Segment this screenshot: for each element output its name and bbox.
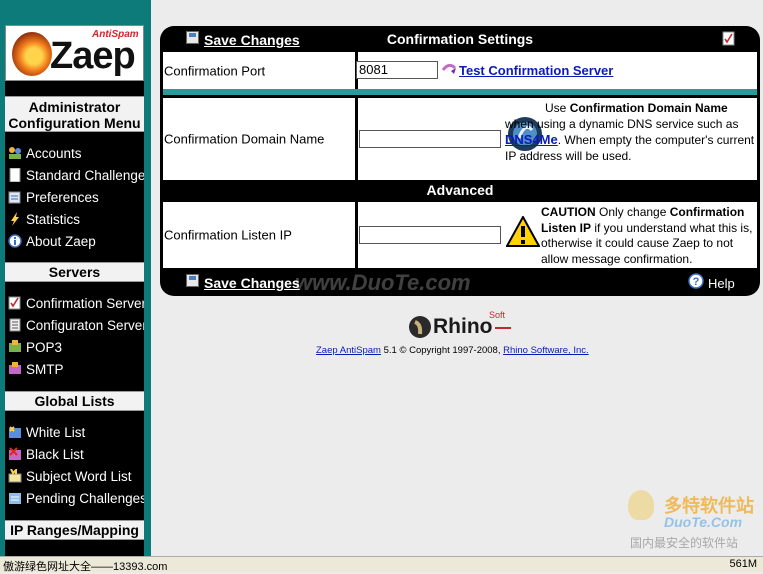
memory-indicator: 561M [729, 558, 757, 570]
warning-icon [506, 216, 540, 247]
checklist-icon[interactable] [722, 31, 736, 46]
help-icon[interactable]: ? [688, 273, 704, 289]
nav-black-list[interactable]: Black List [5, 444, 144, 466]
copyright-text: 5.1 © Copyright 1997-2008, [383, 345, 501, 356]
nav-pop3[interactable]: POP3 [5, 337, 144, 359]
nav-smtp[interactable]: SMTP [5, 359, 144, 381]
save-changes-button-bottom[interactable]: Save Changes [204, 275, 300, 291]
confirmation-port-label: Confirmation Port [164, 63, 266, 78]
rhino-logo-icon [409, 316, 431, 338]
zaep-flame-icon [12, 32, 52, 76]
listen-ip-caution-text: CAUTION Only change Confirmation Listen … [541, 205, 753, 266]
server-document-icon [9, 318, 21, 332]
nav-subject-word-list[interactable]: Subject Word List [5, 466, 144, 488]
test-server-icon [441, 63, 457, 74]
confirmation-port-input[interactable]: 8081 [356, 61, 438, 79]
rhino-underline [495, 327, 511, 329]
confirmation-domain-input[interactable] [359, 130, 501, 148]
section-divider [163, 89, 757, 95]
nav-confirmation-server[interactable]: Confirmation Server [5, 293, 144, 315]
confirmation-settings-panel: Save Changes Confirmation Settings Confi… [160, 26, 760, 296]
confirmation-domain-label-cell: Confirmation Domain Name [163, 98, 358, 180]
smtp-icon [9, 362, 21, 374]
accounts-icon [9, 147, 21, 159]
help-link[interactable]: Help [708, 276, 735, 291]
section-header-ip-ranges: IP Ranges/Mapping [5, 520, 144, 540]
status-text: 傲游绿色网址大全——13393.com [3, 561, 168, 573]
confirmation-domain-row: Confirmation Domain Name Use Confirmatio… [163, 98, 757, 180]
checklist-icon [8, 296, 21, 310]
nav-pending-challenges[interactable]: Pending Challenges [5, 488, 144, 510]
confirmation-port-label-cell: Confirmation Port [163, 52, 358, 89]
copyright-line: Zaep AntiSpam 5.1 © Copyright 1997-2008,… [316, 345, 589, 356]
section-header-servers: Servers [5, 262, 144, 282]
duote-badge: 多特软件站 DuoTe.Com 国内最安全的软件站 [628, 488, 758, 552]
duote-mascot-icon [628, 490, 654, 520]
confirmation-listen-ip-label-cell: Confirmation Listen IP [163, 202, 358, 268]
panel-title: Confirmation Settings [386, 31, 534, 47]
subject-word-list-icon [8, 469, 22, 483]
rhino-soft-tag: Soft [489, 310, 506, 320]
pending-challenges-icon [9, 493, 21, 504]
svg-text:?: ? [693, 276, 700, 288]
zaep-logo: AntiSpam Zaep [5, 25, 144, 81]
duote-badge-domain: DuoTe.Com [664, 514, 743, 530]
dns4me-link[interactable]: DNS4Me [505, 132, 558, 147]
section-header-global-lists: Global Lists [5, 391, 144, 411]
confirmation-listen-ip-row: Confirmation Listen IP CAUTION Only chan… [163, 202, 757, 268]
statistics-icon [11, 212, 19, 226]
test-confirmation-server-link[interactable]: Test Confirmation Server [459, 63, 613, 78]
nav-standard-challenge[interactable]: Standard Challenge [5, 165, 144, 187]
document-icon [9, 168, 21, 182]
confirmation-listen-ip-input[interactable] [359, 226, 501, 244]
rhino-wordmark: Rhino [433, 315, 493, 338]
info-icon [8, 234, 22, 248]
save-disk-icon [186, 274, 199, 287]
nav-configuration-server[interactable]: Configuraton Server [5, 315, 144, 337]
confirmation-domain-label: Confirmation Domain Name [164, 131, 325, 147]
zaep-antispam-link[interactable]: Zaep AntiSpam [316, 345, 381, 356]
nav-white-list[interactable]: White List [5, 422, 144, 444]
preferences-icon [8, 191, 21, 204]
duote-badge-slogan: 国内最安全的软件站 [630, 536, 739, 550]
nav-statistics[interactable]: Statistics [5, 209, 144, 231]
sidebar: AntiSpam Zaep Administrator Configuratio… [5, 25, 144, 556]
white-list-icon [9, 426, 21, 438]
nav-about-zaep[interactable]: About Zaep [5, 231, 144, 253]
browser-status-bar: 傲游绿色网址大全——13393.com 561M [0, 556, 763, 573]
nav-preferences[interactable]: Preferences [5, 187, 144, 209]
confirmation-listen-ip-label: Confirmation Listen IP [164, 227, 292, 243]
rhino-software-link[interactable]: Rhino Software, Inc. [503, 345, 589, 356]
black-list-icon [9, 447, 21, 460]
nav-accounts[interactable]: Accounts [5, 143, 144, 165]
domain-help-text: Use Confirmation Domain Name when using … [505, 101, 755, 163]
section-header-admin: Administrator Configuration Menu [5, 96, 144, 132]
duote-watermark-text: www.DuoTe.com [295, 270, 471, 295]
pop3-icon [9, 340, 21, 352]
logo-word: Zaep [50, 35, 136, 77]
advanced-section-header: Advanced [163, 180, 757, 200]
confirmation-port-row: Confirmation Port 8081 Test Confirmation… [163, 52, 757, 89]
